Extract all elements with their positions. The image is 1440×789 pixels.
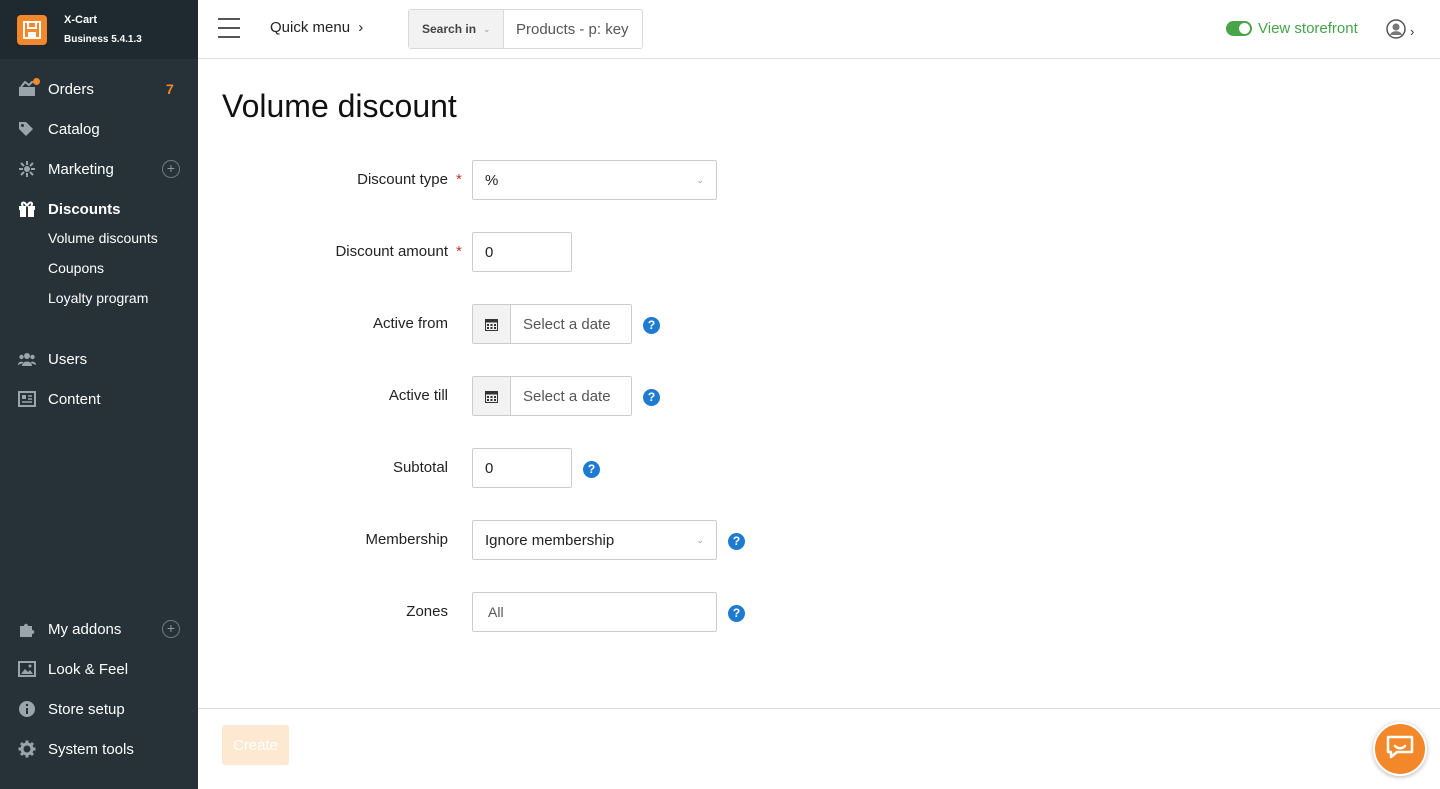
help-icon[interactable]: ? (583, 461, 600, 478)
addons-expand-plus-icon[interactable]: + (162, 620, 180, 638)
sidebar-item-label: System tools (48, 740, 134, 758)
sidebar: X-Cart Business 5.4.1.3 Orders 7 Catalog… (0, 0, 198, 789)
subtotal-input[interactable]: 0 (472, 448, 572, 488)
active-from-datepicker[interactable]: Select a date (472, 304, 632, 344)
help-icon[interactable]: ? (643, 317, 660, 334)
active-till-label: Active till (388, 387, 448, 404)
search-scope-dropdown[interactable]: Search in ⌄ (409, 10, 504, 48)
search-input[interactable] (504, 10, 642, 48)
sidebar-item-look-and-feel[interactable]: Look & Feel (0, 657, 198, 681)
calendar-icon[interactable] (473, 377, 511, 415)
sidebar-item-system-tools[interactable]: System tools (0, 737, 198, 761)
chevron-right-icon: › (358, 19, 364, 36)
chat-support-button[interactable] (1373, 722, 1427, 776)
brand-version: Business 5.4.1.3 (64, 34, 142, 45)
user-avatar-icon (1386, 19, 1406, 44)
sidebar-subitem-volume-discounts[interactable]: Volume discounts (48, 230, 158, 246)
chevron-down-icon: ⌄ (696, 174, 704, 185)
search-box: Search in ⌄ (408, 9, 643, 49)
zones-label: Zones (406, 603, 448, 620)
membership-label: Membership (365, 531, 448, 548)
sidebar-item-label: Marketing (48, 160, 114, 178)
sidebar-subitem-loyalty-program[interactable]: Loyalty program (48, 290, 148, 306)
orders-count-badge: 7 (166, 81, 174, 97)
required-asterisk: * (456, 243, 462, 260)
xcart-logo-icon[interactable] (17, 14, 47, 45)
sidebar-item-label: Orders (48, 80, 94, 98)
active-till-datepicker[interactable]: Select a date (472, 376, 632, 416)
help-icon[interactable]: ? (643, 389, 660, 406)
subtotal-label: Subtotal (392, 459, 448, 476)
discount-amount-value: 0 (485, 243, 494, 261)
sidebar-item-label: Users (48, 350, 88, 368)
chevron-down-icon: ⌄ (696, 534, 704, 545)
hamburger-menu-icon[interactable] (218, 18, 240, 38)
chevron-down-icon: ⌄ (483, 23, 491, 34)
sidebar-item-content[interactable]: Content (0, 387, 198, 411)
quick-menu-button[interactable]: Quick menu › (270, 19, 363, 36)
create-button[interactable]: Create (222, 725, 289, 765)
sidebar-item-store-setup[interactable]: Store setup (0, 697, 198, 721)
sidebar-item-label: Store setup (48, 700, 125, 718)
sidebar-item-orders[interactable]: Orders 7 (0, 77, 198, 101)
sidebar-item-label: My addons (48, 620, 122, 638)
puzzle-icon (18, 620, 36, 638)
tag-icon (18, 120, 36, 138)
content-icon (18, 390, 36, 408)
membership-select[interactable]: Ignore membership ⌄ (472, 520, 717, 560)
help-icon[interactable]: ? (728, 533, 745, 550)
subtotal-value: 0 (485, 459, 494, 477)
membership-value: Ignore membership (485, 531, 615, 549)
chevron-right-icon: › (1410, 24, 1415, 39)
zones-value: All (488, 604, 504, 620)
image-icon (18, 660, 36, 678)
required-asterisk: * (456, 171, 462, 188)
brand-header: X-Cart Business 5.4.1.3 (0, 0, 198, 59)
sidebar-item-label: Content (48, 390, 101, 408)
sidebar-item-my-addons[interactable]: My addons + (0, 617, 198, 641)
view-storefront-label: View storefront (1258, 20, 1358, 37)
active-from-placeholder: Select a date (523, 315, 611, 333)
sidebar-item-label: Look & Feel (48, 660, 129, 678)
zones-select[interactable]: All (472, 592, 717, 632)
gear-icon (18, 740, 36, 758)
gift-icon (18, 200, 36, 218)
calendar-icon[interactable] (473, 305, 511, 343)
discount-amount-input[interactable]: 0 (472, 232, 572, 272)
user-menu-button[interactable]: › (1386, 19, 1414, 44)
toggle-switch-icon (1226, 21, 1252, 36)
sidebar-subitem-coupons[interactable]: Coupons (48, 260, 104, 276)
quick-menu-label: Quick menu (270, 19, 351, 36)
marketing-icon (18, 160, 36, 178)
topbar: Quick menu › Search in ⌄ View storefront… (198, 0, 1440, 59)
active-till-placeholder: Select a date (523, 387, 611, 405)
discount-type-value: % (485, 171, 499, 189)
active-from-label: Active from (372, 315, 448, 332)
chat-bubble-icon (1385, 734, 1415, 765)
footer-divider (198, 708, 1440, 709)
discount-type-label: Discount type (357, 171, 448, 188)
discount-type-select[interactable]: % ⌄ (472, 160, 717, 200)
brand-name: X-Cart (64, 14, 98, 26)
sidebar-item-discounts[interactable]: Discounts (0, 197, 198, 221)
sidebar-item-label: Catalog (48, 120, 100, 138)
view-storefront-toggle[interactable]: View storefront (1226, 20, 1358, 37)
sidebar-item-catalog[interactable]: Catalog (0, 117, 198, 141)
sidebar-item-marketing[interactable]: Marketing + (0, 157, 198, 181)
page-title: Volume discount (222, 88, 457, 124)
users-icon (18, 350, 36, 368)
sidebar-item-users[interactable]: Users (0, 347, 198, 371)
orders-notification-dot (33, 78, 40, 85)
info-icon (18, 700, 36, 718)
marketing-expand-plus-icon[interactable]: + (162, 160, 180, 178)
sidebar-item-label: Discounts (48, 200, 121, 218)
discount-amount-label: Discount amount (335, 243, 448, 260)
search-scope-label: Search in (422, 22, 477, 36)
help-icon[interactable]: ? (728, 605, 745, 622)
